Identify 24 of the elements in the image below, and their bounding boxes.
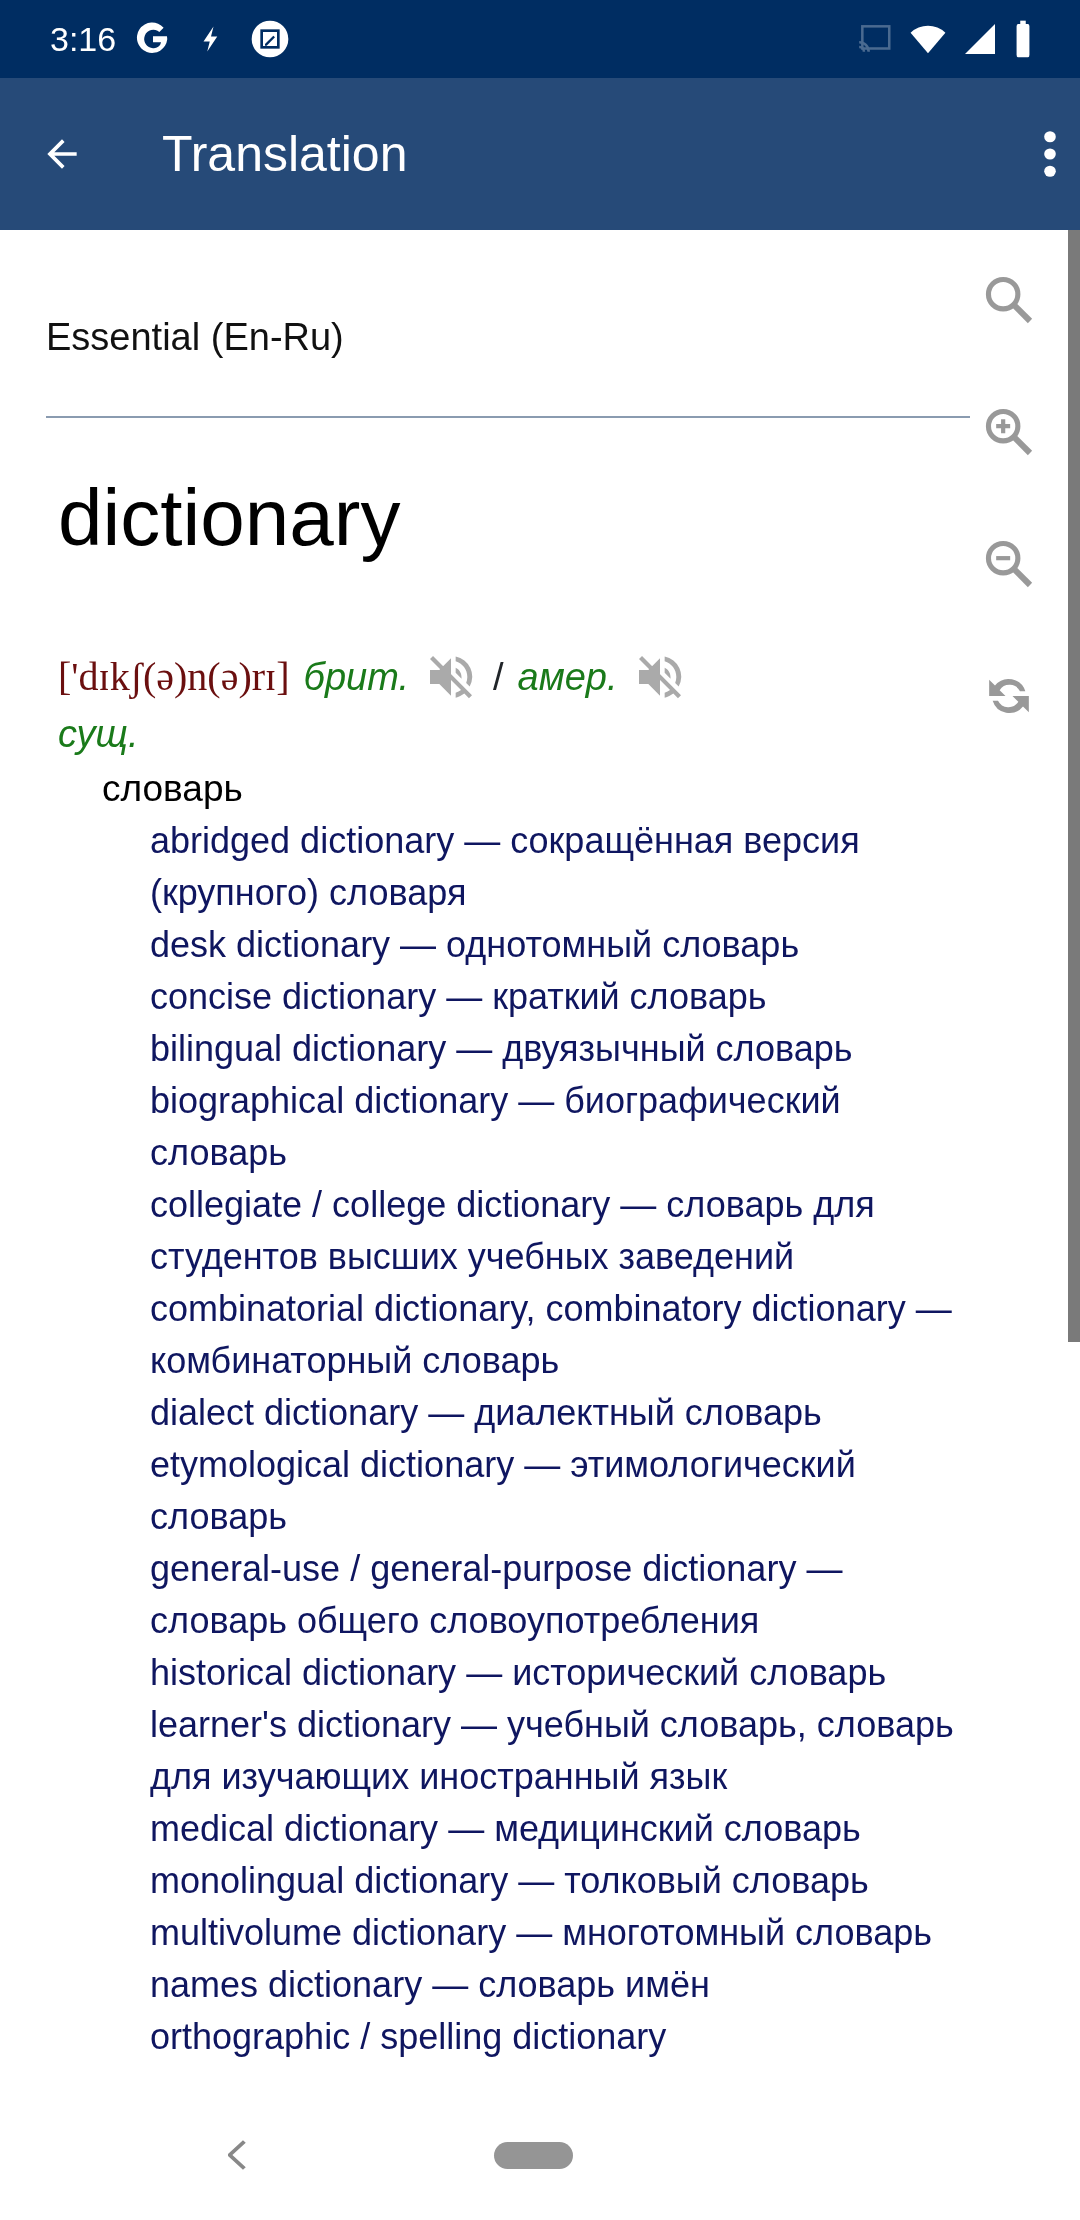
example-phrase: concise dictionary — краткий словарь: [149, 975, 768, 1019]
transcription-text: ['dɪkʃ(ə)n(ə)rɪ]: [58, 653, 290, 701]
example-phrase: monolingual dictionary — толковый словарь: [149, 1859, 870, 1903]
screen-title: Translation: [162, 125, 409, 184]
separator-text: /: [492, 654, 504, 700]
home-pill-button[interactable]: [494, 2141, 573, 2169]
variant-label: амер.: [517, 654, 618, 700]
example-phrase: historical dictionary — исторический словарь: [149, 1651, 888, 1695]
more-options-icon[interactable]: [1044, 131, 1056, 177]
example-phrase: multivolume dictionary — многотомный словарь: [149, 1911, 934, 1955]
dictionary-name: Essential (En-Ru): [46, 230, 970, 418]
example-phrase: medical dictionary — медицинский словарь: [149, 1807, 862, 1851]
example-phrase: bilingual dictionary — двуязычный словарь: [149, 1027, 854, 1071]
example-phrase: orthographic / spelling dictionary: [149, 2015, 668, 2059]
clock-text: 3:16: [50, 18, 117, 60]
screenshot-icon: [250, 19, 291, 59]
nav-back-icon[interactable]: [228, 2140, 246, 2170]
example-phrase: names dictionary — словарь имён: [149, 1963, 711, 2007]
translation-text: словарь: [101, 767, 244, 811]
headword: dictionary: [57, 472, 402, 564]
example-phrase: dialect dictionary — диалектный словарь: [149, 1391, 823, 1435]
example-phrase: desk dictionary — однотомный словарь: [149, 923, 801, 967]
variant-label: брит.: [303, 654, 409, 700]
part-of-speech: сущ.: [57, 712, 140, 757]
